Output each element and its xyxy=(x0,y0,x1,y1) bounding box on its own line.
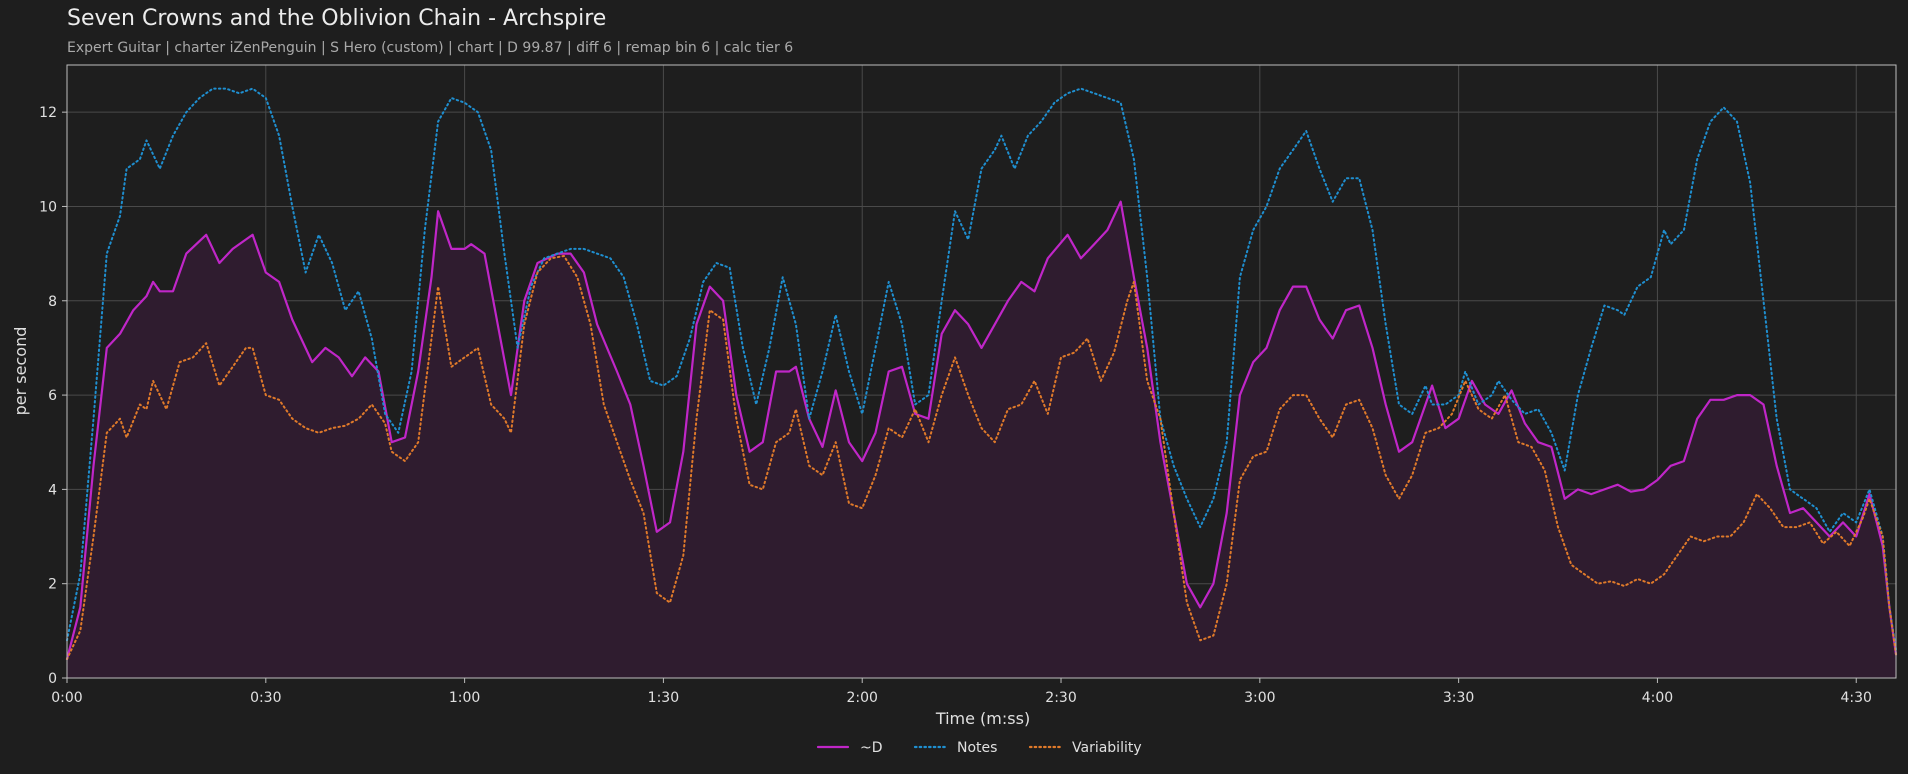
x-tick-label: 3:00 xyxy=(1244,690,1275,706)
chart-svg: 0:00 0:30 1:00 1:30 2:00 2:30 3:00 3:30 4:00 4:30… xyxy=(11,64,1898,756)
y-axis-label: per second xyxy=(11,327,30,416)
x-tick-label: 0:30 xyxy=(250,690,281,706)
x-axis-ticks: 0:00 0:30 1:00 1:30 2:00 2:30 3:00 3:30 4:00 4:30 xyxy=(51,678,1872,706)
legend: ~D Notes Variability xyxy=(816,740,1142,756)
x-tick-label: 1:30 xyxy=(648,690,679,706)
x-tick-label: 1:00 xyxy=(449,690,480,706)
y-axis-ticks: 0 2 4 6 8 10 12 xyxy=(39,105,67,687)
y-tick-label: 2 xyxy=(48,577,57,593)
y-tick-label: 6 xyxy=(48,388,57,404)
x-tick-label: 0:00 xyxy=(51,690,82,706)
legend-label: Variability xyxy=(1072,740,1142,756)
y-tick-label: 10 xyxy=(39,199,57,215)
y-tick-label: 12 xyxy=(39,105,57,121)
x-axis-label: Time (m:ss) xyxy=(935,709,1030,728)
y-tick-label: 8 xyxy=(48,294,57,310)
legend-label: Notes xyxy=(957,740,997,756)
y-tick-label: 4 xyxy=(48,482,57,498)
x-tick-label: 2:00 xyxy=(846,690,877,706)
x-tick-label: 4:00 xyxy=(1642,690,1673,706)
y-tick-label: 0 xyxy=(48,671,57,687)
x-tick-label: 3:30 xyxy=(1443,690,1474,706)
legend-label: ~D xyxy=(860,740,883,756)
x-tick-label: 4:30 xyxy=(1841,690,1872,706)
x-tick-label: 2:30 xyxy=(1045,690,1076,706)
